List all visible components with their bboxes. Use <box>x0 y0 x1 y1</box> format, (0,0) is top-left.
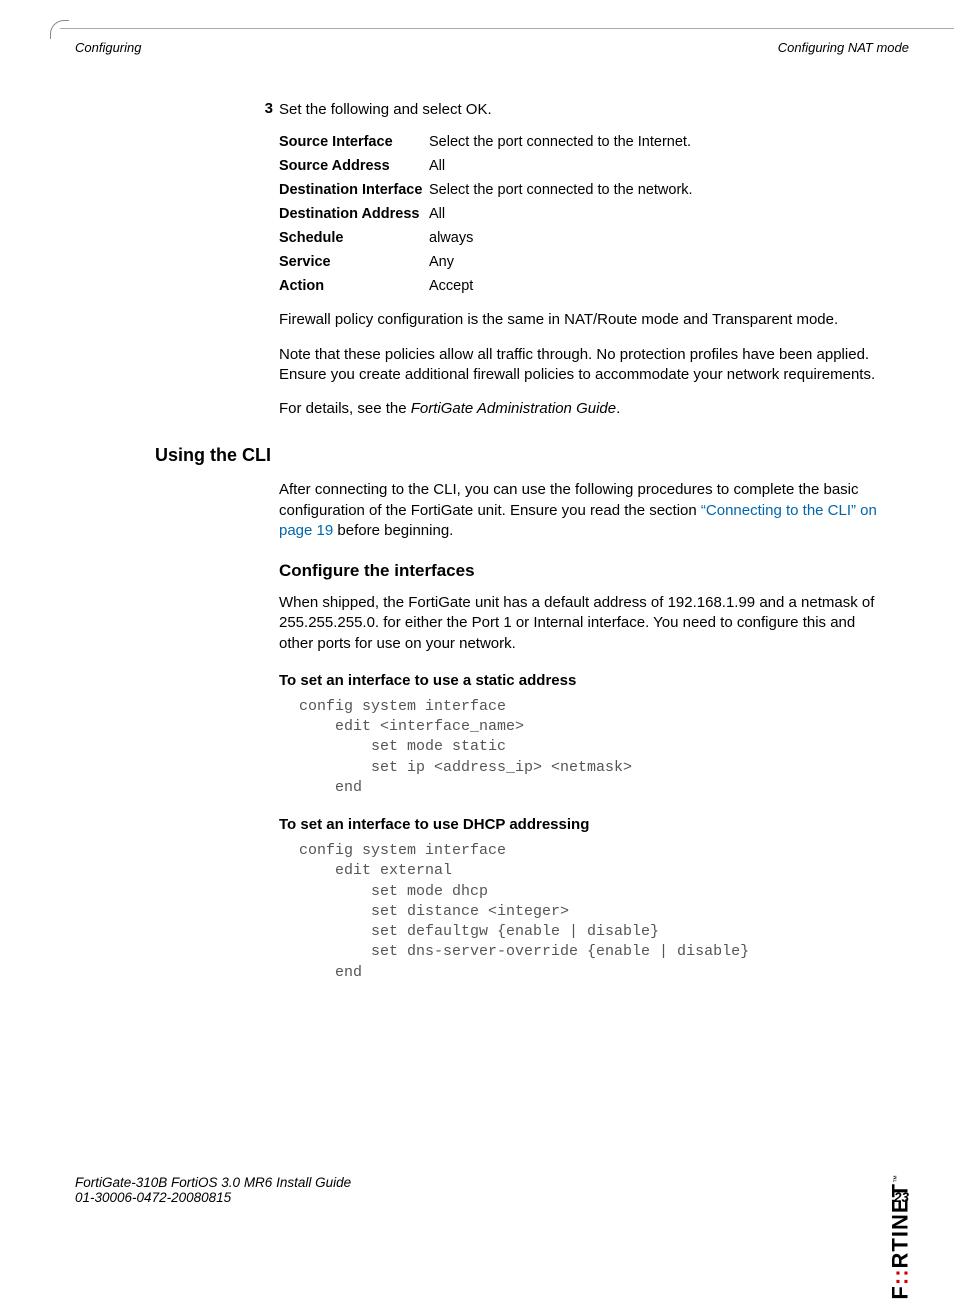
param-label: Source Interface <box>279 134 429 150</box>
table-row: Service Any <box>279 254 885 270</box>
param-value: always <box>429 230 473 246</box>
param-value: All <box>429 158 445 174</box>
code-block-dhcp: config system interface edit external se… <box>299 841 885 983</box>
subheading-static-address: To set an interface to use a static addr… <box>279 672 885 689</box>
body-paragraph: For details, see the FortiGate Administr… <box>279 399 885 419</box>
logo-fragment: F <box>888 1285 913 1299</box>
page-footer: FortiGate-310B FortiOS 3.0 MR6 Install G… <box>75 1175 909 1205</box>
header-right: Configuring NAT mode <box>778 40 909 55</box>
heading-using-cli: Using the CLI <box>155 445 885 466</box>
param-label: Schedule <box>279 230 429 246</box>
table-row: Source Address All <box>279 158 885 174</box>
page-number: 23 <box>894 1190 909 1205</box>
param-value: Select the port connected to the Interne… <box>429 134 691 150</box>
body-paragraph: After connecting to the CLI, you can use… <box>279 480 885 541</box>
subheading-dhcp-address: To set an interface to use DHCP addressi… <box>279 816 885 833</box>
emphasis-text: FortiGate Administration Guide <box>411 400 616 417</box>
header-rule <box>60 28 954 29</box>
param-value: All <box>429 206 445 222</box>
param-value: Any <box>429 254 454 270</box>
step-number: 3 <box>233 100 273 117</box>
step-text: Set the following and select OK. <box>279 100 885 120</box>
table-row: Destination Address All <box>279 206 885 222</box>
logo-red-dots: :: <box>888 1268 913 1285</box>
param-label: Destination Address <box>279 206 429 222</box>
page-content: 3 Set the following and select OK. Sourc… <box>155 100 885 993</box>
param-label: Destination Interface <box>279 182 429 198</box>
param-label: Action <box>279 278 429 294</box>
heading-configure-interfaces: Configure the interfaces <box>279 561 885 581</box>
table-row: Source Interface Select the port connect… <box>279 134 885 150</box>
text-fragment: . <box>616 400 620 417</box>
text-fragment: For details, see the <box>279 400 411 417</box>
body-paragraph: Note that these policies allow all traff… <box>279 345 885 386</box>
footer-title: FortiGate-310B FortiOS 3.0 MR6 Install G… <box>75 1175 909 1190</box>
header-left: Configuring <box>75 40 142 55</box>
footer-docid: 01-30006-0472-20080815 <box>75 1190 909 1205</box>
code-block-static: config system interface edit <interface_… <box>299 697 885 798</box>
table-row: Action Accept <box>279 278 885 294</box>
table-row: Schedule always <box>279 230 885 246</box>
text-fragment: before beginning. <box>333 522 453 539</box>
param-label: Source Address <box>279 158 429 174</box>
body-paragraph: When shipped, the FortiGate unit has a d… <box>279 593 885 654</box>
table-row: Destination Interface Select the port co… <box>279 182 885 198</box>
param-value: Select the port connected to the network… <box>429 182 693 198</box>
param-value: Accept <box>429 278 473 294</box>
param-label: Service <box>279 254 429 270</box>
parameter-table: Source Interface Select the port connect… <box>279 134 885 294</box>
page-corner-decoration <box>50 20 69 39</box>
body-paragraph: Firewall policy configuration is the sam… <box>279 310 885 330</box>
